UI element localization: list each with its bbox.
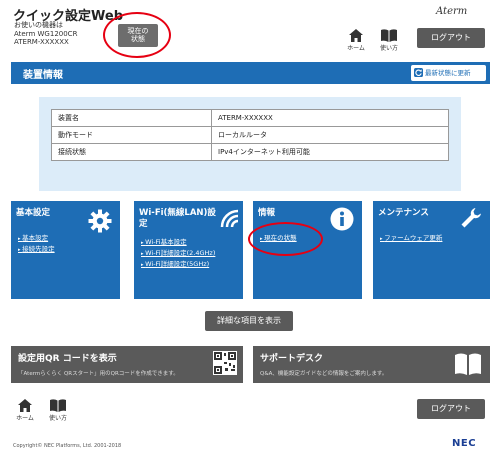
qr-code-card[interactable]: 設定用QR コードを表示 「Atermらくらく QRスタート」用のQRコードを作… xyxy=(11,346,243,383)
refresh-icon xyxy=(414,68,423,77)
support-desk-title: サポートデスク xyxy=(260,354,324,364)
basic-settings-card[interactable]: 基本設定 基本設定 接続先設定 xyxy=(11,201,120,299)
device-name-key: 装置名 xyxy=(51,109,212,127)
wifi-settings-card[interactable]: Wi-Fi(無線LAN)設 定 Wi-Fi基本設定 Wi-Fi詳細設定(2.4G… xyxy=(134,201,243,299)
link-basic-settings[interactable]: 基本設定 xyxy=(18,233,55,244)
basic-settings-links: 基本設定 接続先設定 xyxy=(18,233,55,255)
device-line-1: お使いの機器は xyxy=(14,21,63,29)
info-icon xyxy=(330,207,354,231)
show-detail-items-button[interactable]: 詳細な項目を表示 xyxy=(205,311,293,331)
table-row: 接続状態 IPv4インターネット利用可能 xyxy=(51,143,449,161)
footer-home-label: ホーム xyxy=(16,415,34,422)
maintenance-title: メンテナンス xyxy=(378,208,429,218)
highlight-circle-status-button xyxy=(103,12,171,58)
device-info-table: 装置名 ATERM-XXXXXX 動作モード ローカルルータ 接続状態 IPv4… xyxy=(51,109,449,161)
book-icon xyxy=(381,29,397,42)
nec-logo: NEC xyxy=(452,438,477,449)
link-wifi-detail-5ghz[interactable]: Wi-Fi詳細設定(5GHz) xyxy=(141,259,215,270)
home-icon xyxy=(349,29,363,42)
table-row: 装置名 ATERM-XXXXXX xyxy=(51,109,449,127)
link-firmware-update[interactable]: ファームウェア更新 xyxy=(380,233,442,244)
info-title: 情報 xyxy=(258,208,276,218)
device-model: Aterm WG1200CR xyxy=(14,29,78,38)
device-name: ATERM-XXXXXX xyxy=(14,38,69,46)
refresh-status-button[interactable]: 最新状態に更新 xyxy=(411,65,486,81)
device-info-title: 装置情報 xyxy=(23,70,63,81)
connection-status-value: IPv4インターネット利用可能 xyxy=(211,143,449,161)
wifi-icon xyxy=(220,209,239,228)
wifi-settings-title: Wi-Fi(無線LAN)設 定 xyxy=(139,208,216,230)
basic-settings-title: 基本設定 xyxy=(16,208,51,218)
device-info-panel: 装置名 ATERM-XXXXXX 動作モード ローカルルータ 接続状態 IPv4… xyxy=(39,97,461,191)
refresh-status-label: 最新状態に更新 xyxy=(425,69,471,77)
wifi-settings-links: Wi-Fi基本設定 Wi-Fi詳細設定(2.4GHz) Wi-Fi詳細設定(5G… xyxy=(141,237,215,270)
home-icon xyxy=(18,399,32,412)
highlight-circle-current-status-link xyxy=(248,222,323,256)
wrench-icon xyxy=(461,208,481,228)
footer-help-label: 使い方 xyxy=(48,415,67,422)
qr-code-title: 設定用QR コードを表示 xyxy=(18,354,117,364)
wifi-settings-title-line-2: 定 xyxy=(139,219,148,229)
footer-logout-button[interactable]: ログアウト xyxy=(417,399,485,419)
device-info-bar: 装置情報 最新状態に更新 xyxy=(11,62,490,84)
support-desk-description: Q&A、機能設定ガイドなどの情報をご案内します。 xyxy=(260,371,388,377)
support-desk-card[interactable]: サポートデスク Q&A、機能設定ガイドなどの情報をご案内します。 xyxy=(253,346,490,383)
device-name-value: ATERM-XXXXXX xyxy=(211,109,449,127)
home-label: ホーム xyxy=(347,45,365,52)
link-connection-settings[interactable]: 接続先設定 xyxy=(18,244,55,255)
aterm-logo: Aterm xyxy=(436,6,468,17)
logout-button[interactable]: ログアウト xyxy=(417,28,485,48)
maintenance-links: ファームウェア更新 xyxy=(380,233,442,244)
help-label: 使い方 xyxy=(379,45,398,52)
connection-status-key: 接続状態 xyxy=(51,143,212,161)
gear-icon xyxy=(88,209,112,233)
home-nav[interactable]: ホーム xyxy=(345,29,367,52)
maintenance-card[interactable]: メンテナンス ファームウェア更新 xyxy=(373,201,490,299)
footer-home-nav[interactable]: ホーム xyxy=(14,399,36,422)
link-wifi-detail-24ghz[interactable]: Wi-Fi詳細設定(2.4GHz) xyxy=(141,248,215,259)
wifi-settings-title-line-1: Wi-Fi(無線LAN)設 xyxy=(139,208,216,218)
operation-mode-value: ローカルルータ xyxy=(211,126,449,144)
book-icon xyxy=(455,353,481,375)
link-wifi-basic[interactable]: Wi-Fi基本設定 xyxy=(141,237,215,248)
qr-code-description: 「Atermらくらく QRスタート」用のQRコードを作成できます。 xyxy=(18,371,179,377)
copyright: Copyright© NEC Platforms, Ltd. 2001-2018 xyxy=(13,443,122,449)
operation-mode-key: 動作モード xyxy=(51,126,212,144)
footer-help-nav[interactable]: 使い方 xyxy=(47,399,69,422)
header: クイック設定Web お使いの機器は Aterm WG1200CR ATERM-X… xyxy=(0,0,500,55)
book-icon xyxy=(50,399,66,412)
help-nav[interactable]: 使い方 xyxy=(378,29,400,52)
qr-code-icon xyxy=(213,351,237,375)
device-description: お使いの機器は Aterm WG1200CR ATERM-XXXXXX xyxy=(14,21,77,47)
table-row: 動作モード ローカルルータ xyxy=(51,126,449,144)
